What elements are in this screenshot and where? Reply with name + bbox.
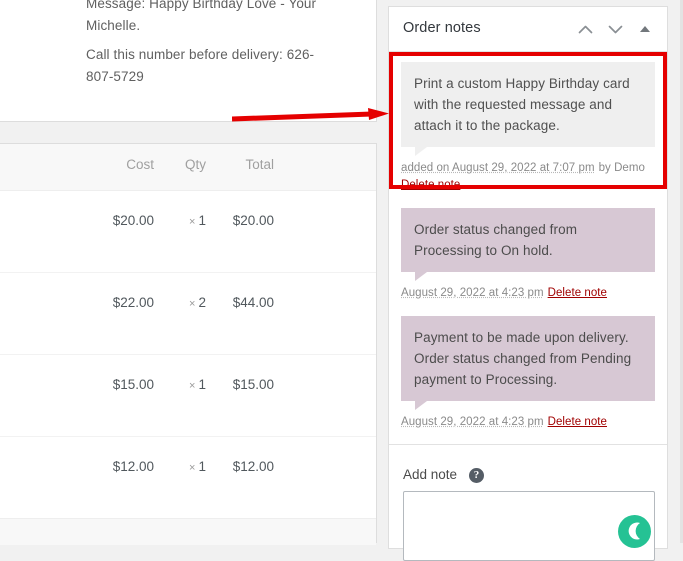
order-items-panel: Cost Qty Total $20.00 × 1 $20.00 $22.00 ×… [0, 143, 377, 543]
items-table-footer [0, 518, 376, 545]
note-content: Print a custom Happy Birthday card with … [401, 62, 655, 147]
panel-header-controls [571, 7, 659, 51]
list-item: Order status changed from Processing to … [389, 198, 667, 306]
cell-total: $20.00 [204, 213, 274, 228]
screen-root: Message: Happy Birthday Love - Your Mich… [0, 0, 683, 543]
chat-widget-button[interactable] [618, 515, 651, 548]
collapse-triangle-icon [640, 26, 650, 32]
delete-note-link[interactable]: Delete note [548, 416, 607, 428]
table-row[interactable]: $12.00 × 1 $12.00 [0, 436, 376, 519]
note-author: by Demo [599, 162, 645, 174]
note-content: Payment to be made upon delivery. Order … [401, 316, 655, 401]
column-header-qty: Qty [164, 157, 206, 172]
cell-total: $12.00 [204, 459, 274, 474]
delete-note-link[interactable]: Delete note [401, 179, 460, 191]
page-title: Order notes [403, 20, 481, 36]
cell-qty: × 1 [164, 459, 206, 474]
column-header-cost: Cost [84, 157, 154, 172]
note-timestamp: August 29, 2022 at 4:23 pm [401, 416, 544, 428]
multiply-icon: × [189, 462, 195, 474]
cell-qty: × 1 [164, 377, 206, 392]
cell-qty: × 2 [164, 295, 206, 310]
order-notes-panel: Order notes Print a custom Happy Birthda… [388, 6, 668, 549]
cell-total: $15.00 [204, 377, 274, 392]
order-details-column: Message: Happy Birthday Love - Your Mich… [0, 0, 377, 543]
multiply-icon: × [189, 216, 195, 228]
note-meta: added on August 29, 2022 at 7:07 pm by De… [401, 160, 655, 194]
order-meta-panel: Message: Happy Birthday Love - Your Mich… [0, 0, 377, 122]
cell-cost: $15.00 [84, 377, 154, 392]
table-row[interactable]: $15.00 × 1 $15.00 [0, 354, 376, 437]
add-note-label: Add note [403, 467, 457, 482]
items-table-header: Cost Qty Total [0, 144, 376, 191]
delete-note-link[interactable]: Delete note [548, 287, 607, 299]
order-message-text: Message: Happy Birthday Love - Your Mich… [86, 0, 341, 37]
chevron-down-icon [608, 24, 623, 35]
cell-cost: $12.00 [84, 459, 154, 474]
move-up-button[interactable] [571, 14, 599, 44]
move-down-button[interactable] [601, 14, 629, 44]
table-row[interactable]: $20.00 × 1 $20.00 [0, 190, 376, 273]
order-notes-header: Order notes [389, 7, 667, 52]
multiply-icon: × [189, 298, 195, 310]
cell-cost: $22.00 [84, 295, 154, 310]
toggle-panel-button[interactable] [631, 14, 659, 44]
cell-total: $44.00 [204, 295, 274, 310]
order-notes-list: Print a custom Happy Birthday card with … [389, 52, 667, 435]
add-note-input[interactable] [403, 491, 655, 561]
note-content: Order status changed from Processing to … [401, 208, 655, 272]
list-item: Payment to be made upon delivery. Order … [389, 306, 667, 435]
note-timestamp: August 29, 2022 at 4:23 pm [401, 287, 544, 299]
multiply-icon: × [189, 380, 195, 392]
note-meta: August 29, 2022 at 4:23 pm Delete note [401, 285, 655, 302]
list-item: Print a custom Happy Birthday card with … [389, 52, 667, 198]
note-meta: August 29, 2022 at 4:23 pm Delete note [401, 414, 655, 431]
panel-gap [0, 122, 377, 143]
column-header-total: Total [204, 157, 274, 172]
order-phone-text: Call this number before delivery: 626-80… [86, 44, 341, 88]
help-icon[interactable]: ? [469, 468, 484, 483]
chat-moon-icon [627, 522, 643, 540]
cell-cost: $20.00 [84, 213, 154, 228]
chevron-up-icon [578, 24, 593, 35]
cell-qty: × 1 [164, 213, 206, 228]
table-row[interactable]: $22.00 × 2 $44.00 [0, 272, 376, 355]
note-timestamp: added on August 29, 2022 at 7:07 pm [401, 162, 595, 174]
